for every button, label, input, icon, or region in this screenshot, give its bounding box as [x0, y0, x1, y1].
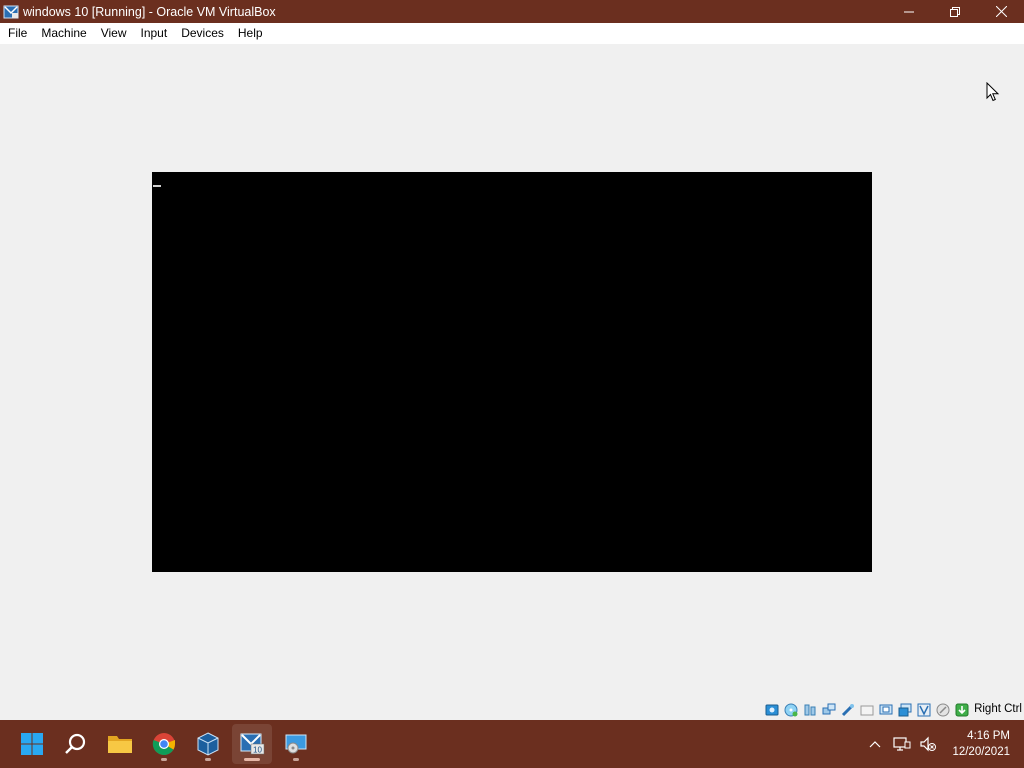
network-tray-button[interactable] [890, 720, 914, 768]
keyboard-icon[interactable] [954, 702, 970, 718]
start-button[interactable] [12, 724, 52, 764]
network-icon[interactable] [821, 702, 837, 718]
vt-x-icon[interactable] [916, 702, 932, 718]
remote-desktop-icon [285, 734, 307, 754]
hard-disk-icon[interactable] [764, 702, 780, 718]
window-title: windows 10 [Running] - Oracle VM Virtual… [23, 4, 276, 19]
taskbar-clock[interactable]: 4:16 PM 12/20/2021 [940, 728, 1010, 760]
restore-button[interactable] [932, 0, 978, 23]
menu-help[interactable]: Help [231, 23, 270, 44]
virtualbox-manager-button[interactable] [188, 724, 228, 764]
menu-bar: File Machine View Input Devices Help [0, 23, 1024, 44]
virtualbox-app-icon[interactable] [3, 4, 19, 20]
mouse-integration-icon[interactable] [935, 702, 951, 718]
menu-file[interactable]: File [1, 23, 34, 44]
taskbar: 10 4:16 PM 12/20/2021 [0, 720, 1024, 768]
title-bar[interactable]: windows 10 [Running] - Oracle VM Virtual… [0, 0, 1024, 23]
running-indicator [205, 758, 211, 761]
restore-icon [950, 6, 960, 17]
start-icon [21, 733, 43, 755]
optical-drive-icon[interactable] [783, 702, 799, 718]
status-bar: Right Ctrl [0, 699, 1024, 720]
active-indicator [244, 758, 260, 761]
show-hidden-icons-button[interactable] [864, 720, 886, 768]
shared-folders-icon[interactable] [859, 702, 875, 718]
vm-display-area[interactable] [0, 44, 1024, 699]
menu-devices[interactable]: Devices [174, 23, 231, 44]
menu-input[interactable]: Input [134, 23, 175, 44]
clock-time: 4:16 PM [967, 730, 1010, 742]
search-button[interactable] [56, 724, 96, 764]
minimize-button[interactable] [886, 0, 932, 23]
svg-text:10: 10 [253, 746, 262, 755]
text-cursor [153, 185, 161, 187]
chrome-button[interactable] [144, 724, 184, 764]
menu-machine[interactable]: Machine [34, 23, 93, 44]
virtualbox-manager-icon [197, 732, 219, 756]
network-status-icon [893, 737, 911, 751]
close-button[interactable] [978, 0, 1024, 23]
usb-icon[interactable] [840, 702, 856, 718]
virtualbox-vm-button[interactable]: 10 [232, 724, 272, 764]
display-icon[interactable] [878, 702, 894, 718]
volume-tray-button[interactable] [917, 720, 939, 768]
clock-date: 12/20/2021 [952, 746, 1010, 758]
chevron-up-icon [869, 741, 881, 748]
menu-view[interactable]: View [94, 23, 134, 44]
mouse-pointer-icon [986, 82, 1000, 102]
search-icon [65, 733, 86, 754]
running-indicator [293, 758, 299, 761]
vm-screen[interactable] [152, 172, 872, 572]
audio-icon[interactable] [802, 702, 818, 718]
remote-desktop-button[interactable] [276, 724, 316, 764]
recording-icon[interactable] [897, 702, 913, 718]
running-indicator [161, 758, 167, 761]
virtualbox-vm-icon: 10 [240, 733, 265, 755]
file-explorer-button[interactable] [100, 724, 140, 764]
file-explorer-icon [108, 736, 132, 753]
host-key-label[interactable]: Right Ctrl [974, 702, 1022, 717]
volume-muted-icon [920, 736, 936, 752]
minimize-icon [904, 11, 914, 12]
chrome-icon [152, 733, 175, 755]
close-icon [995, 6, 1007, 17]
